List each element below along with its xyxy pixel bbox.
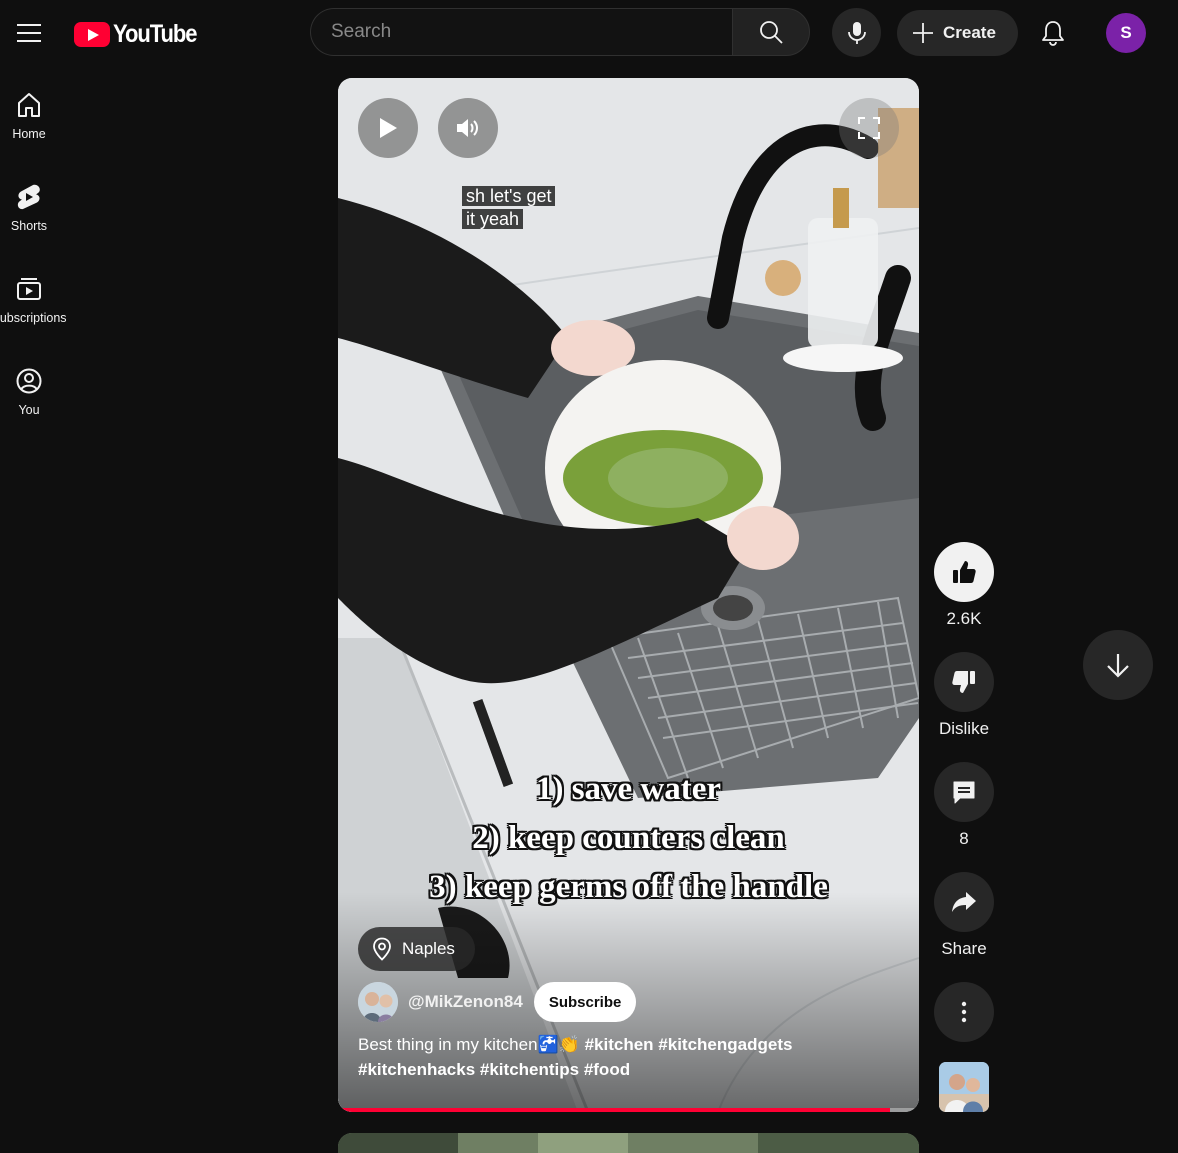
- channel-bar: @MikZenon84 Subscribe: [358, 981, 637, 1023]
- share-action: Share: [934, 872, 994, 959]
- logo-text: YouTube: [113, 19, 198, 48]
- sidebar-item-label: You: [18, 403, 40, 417]
- description-hashtags-1[interactable]: #kitchen #kitchengadgets: [585, 1035, 793, 1054]
- thumbs-up-icon: [953, 561, 976, 583]
- next-short-preview[interactable]: [338, 1133, 919, 1153]
- arrow-down-icon: [1107, 654, 1129, 678]
- channel-name[interactable]: @MikZenon84: [408, 992, 523, 1012]
- sidebar-item-you[interactable]: You: [0, 342, 58, 422]
- youtube-play-logo-icon: [74, 21, 110, 47]
- share-label: Share: [941, 939, 987, 958]
- caption-line-2: it yeah: [462, 209, 524, 229]
- progress-bar-fill: [338, 1108, 890, 1112]
- like-action: 2.6K: [934, 542, 994, 629]
- avatar-letter: S: [1120, 23, 1132, 42]
- notifications-button[interactable]: [1034, 14, 1072, 52]
- play-icon: [380, 118, 397, 138]
- volume-button[interactable]: [438, 98, 498, 158]
- like-count: 2.6K: [946, 609, 982, 628]
- create-label: Create: [943, 23, 996, 42]
- comment-count: 8: [959, 829, 969, 848]
- caption-line-1: sh let's get: [462, 186, 556, 206]
- shorts-icon: [14, 182, 44, 212]
- home-icon: [14, 90, 44, 120]
- shorts-video-player[interactable]: sh let's get it yeah 1) save water 2) ke…: [338, 78, 919, 1112]
- account-avatar-button[interactable]: S: [1106, 13, 1146, 53]
- location-label: Naples: [402, 939, 455, 958]
- voice-search-button[interactable]: [832, 8, 881, 57]
- subscribe-button[interactable]: Subscribe: [533, 982, 637, 1022]
- dislike-action: Dislike: [934, 652, 994, 739]
- comments-action: 8: [934, 762, 994, 849]
- fullscreen-button[interactable]: [839, 98, 899, 158]
- sidebar-item-label: Subscriptions: [0, 311, 67, 325]
- dislike-button[interactable]: [934, 652, 994, 712]
- masthead: YouTube Create S: [0, 0, 1178, 66]
- plus-icon: [913, 23, 933, 43]
- hamburger-icon: [17, 24, 41, 42]
- search-box: [310, 8, 810, 56]
- sidebar-item-shorts[interactable]: Shorts: [0, 158, 58, 238]
- comment-icon: [953, 781, 975, 804]
- search-input[interactable]: [310, 8, 732, 56]
- fullscreen-icon: [858, 117, 880, 139]
- you-icon: [14, 366, 44, 396]
- description-hashtags-2[interactable]: #kitchenhacks #kitchentips #food: [358, 1060, 630, 1079]
- closed-caption: sh let's get it yeah: [462, 185, 572, 231]
- more-vertical-icon: [961, 1001, 967, 1023]
- more-options-button[interactable]: [934, 982, 994, 1042]
- search-button[interactable]: [732, 8, 810, 56]
- description-text: Best thing in my kitchen🚰👏: [358, 1035, 585, 1054]
- video-description[interactable]: Best thing in my kitchen🚰👏 #kitchen #kit…: [358, 1032, 828, 1082]
- sidebar-item-subscriptions[interactable]: Subscriptions: [0, 250, 67, 330]
- volume-icon: [457, 119, 478, 137]
- create-button[interactable]: Create: [897, 10, 1018, 56]
- overlay-text-line-2: 2) keep counters clean: [472, 820, 785, 856]
- sidebar-item-label: Home: [12, 127, 46, 141]
- progress-bar[interactable]: [338, 1108, 919, 1112]
- thumbs-down-icon: [952, 671, 975, 693]
- play-button[interactable]: [358, 98, 418, 158]
- dislike-label: Dislike: [938, 719, 990, 738]
- guide-menu-button[interactable]: [13, 17, 45, 49]
- sidebar-item-label: Shorts: [10, 219, 48, 233]
- microphone-icon: [847, 21, 866, 44]
- channel-avatar[interactable]: [358, 982, 398, 1022]
- subscriptions-icon: [14, 274, 44, 304]
- sound-thumbnail[interactable]: [939, 1062, 989, 1112]
- more-action: [934, 982, 994, 1042]
- sidebar-item-home[interactable]: Home: [0, 66, 58, 146]
- comments-button[interactable]: [934, 762, 994, 822]
- search-icon: [760, 21, 783, 44]
- share-arrow-icon: [952, 892, 976, 912]
- bell-icon: [1042, 21, 1064, 46]
- location-pin-icon: [373, 937, 391, 961]
- share-button[interactable]: [934, 872, 994, 932]
- youtube-logo[interactable]: YouTube: [74, 20, 208, 48]
- overlay-text-line-1: 1) save water: [535, 771, 722, 807]
- location-chip[interactable]: Naples: [358, 927, 475, 971]
- like-button[interactable]: [934, 542, 994, 602]
- next-video-button[interactable]: [1083, 630, 1153, 700]
